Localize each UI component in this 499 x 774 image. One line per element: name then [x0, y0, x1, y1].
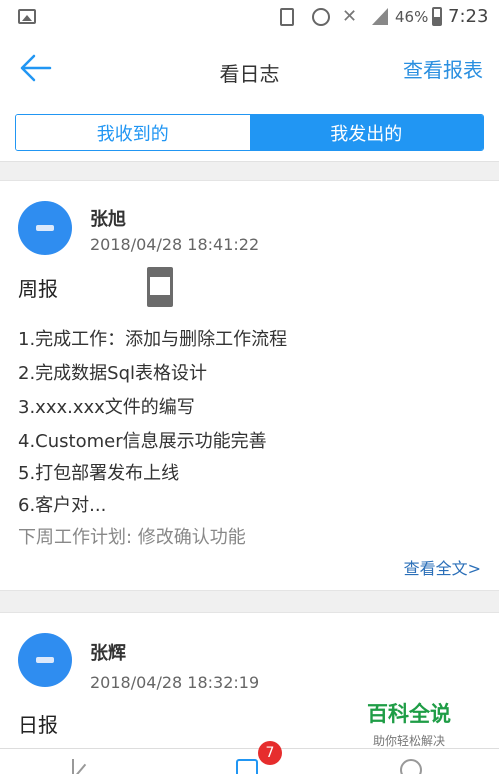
- vibrate-icon: [280, 8, 294, 26]
- wifi-icon: ✕: [342, 6, 358, 27]
- view-log-icon[interactable]: [236, 759, 258, 774]
- author-name: 张辉: [90, 643, 126, 664]
- attachment-thumbnail[interactable]: [147, 267, 173, 307]
- battery-percentage: 46%: [395, 8, 429, 26]
- log-line: 1.完成工作：添加与删除工作流程: [18, 329, 288, 350]
- signal-icon: [372, 8, 388, 25]
- screen: ✕ 46% 7:23 看日志 查看报表 我收到的 我发出的 张旭 2018/04…: [0, 0, 499, 774]
- log-line: 4.Customer信息展示功能完善: [18, 431, 267, 452]
- log-line: 3.xxx.xxx文件的编写: [18, 397, 195, 418]
- write-log-icon[interactable]: [72, 759, 94, 774]
- log-line: 2.完成数据Sql表格设计: [18, 363, 208, 384]
- log-timestamp: 2018/04/28 18:41:22: [90, 235, 260, 254]
- avatar-glyph: [36, 657, 54, 663]
- log-line: 6.客户对...: [18, 495, 107, 516]
- status-bar: ✕ 46% 7:23: [0, 0, 499, 34]
- battery-icon: [432, 7, 442, 26]
- avatar-glyph: [36, 225, 54, 231]
- avatar: [18, 633, 72, 687]
- next-week-plan: 下周工作计划: 修改确认功能: [18, 527, 246, 548]
- segment-control: 我收到的 我发出的: [15, 114, 484, 151]
- clock: 7:23: [448, 6, 489, 27]
- avatar: [18, 201, 72, 255]
- notification-badge: 7: [258, 741, 282, 765]
- segment-bar: 我收到的 我发出的: [0, 102, 499, 162]
- view-full-text-link[interactable]: 查看全文>: [404, 555, 481, 579]
- bottom-tab-bar: 7: [0, 741, 499, 774]
- log-subject: 日报: [18, 713, 58, 737]
- log-subject: 周报: [18, 277, 58, 301]
- watermark-title: 百科全说: [367, 702, 451, 726]
- log-card[interactable]: 张旭 2018/04/28 18:41:22 周报 1.完成工作：添加与删除工作…: [0, 180, 499, 591]
- log-line: 5.打包部署发布上线: [18, 463, 180, 484]
- gallery-icon: [18, 9, 36, 24]
- view-report-button[interactable]: 查看报表: [403, 54, 483, 83]
- watermark-subtitle: 助你轻松解决: [372, 734, 445, 748]
- watermark: 百科全说 助你轻松解决: [350, 698, 468, 748]
- tab-sent[interactable]: 我发出的: [249, 115, 483, 150]
- alarm-icon: [312, 8, 330, 26]
- top-nav-bar: 看日志 查看报表: [0, 34, 499, 102]
- tab-received[interactable]: 我收到的: [16, 115, 250, 150]
- stats-icon[interactable]: [400, 759, 422, 774]
- log-timestamp: 2018/04/28 18:32:19: [90, 673, 260, 692]
- author-name: 张旭: [90, 209, 126, 230]
